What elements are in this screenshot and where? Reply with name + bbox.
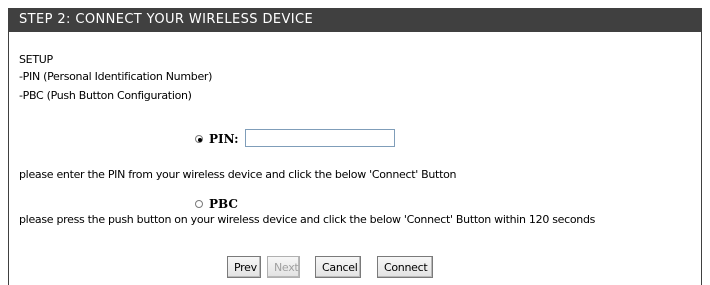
setup-line-pin: -PIN (Personal Identification Number) [19,70,213,83]
pin-help-text: please enter the PIN from your wireless … [19,168,457,181]
pin-label: PIN: [209,132,239,146]
pin-input[interactable] [245,129,395,147]
pin-radio[interactable] [195,135,203,143]
wireless-connect-panel: STEP 2: CONNECT YOUR WIRELESS DEVICE SET… [8,8,702,285]
pbc-radio[interactable] [195,200,203,208]
prev-button[interactable]: Prev [227,256,261,278]
setup-title: SETUP [19,53,53,66]
next-button[interactable]: Next [267,256,300,278]
setup-line-pbc: -PBC (Push Button Configuration) [19,89,192,102]
pbc-help-text: please press the push button on your wir… [19,213,596,226]
connect-button[interactable]: Connect [377,256,433,278]
cancel-button[interactable]: Cancel [315,256,361,278]
section-header: STEP 2: CONNECT YOUR WIRELESS DEVICE [9,8,701,32]
pbc-label: PBC [209,197,238,211]
